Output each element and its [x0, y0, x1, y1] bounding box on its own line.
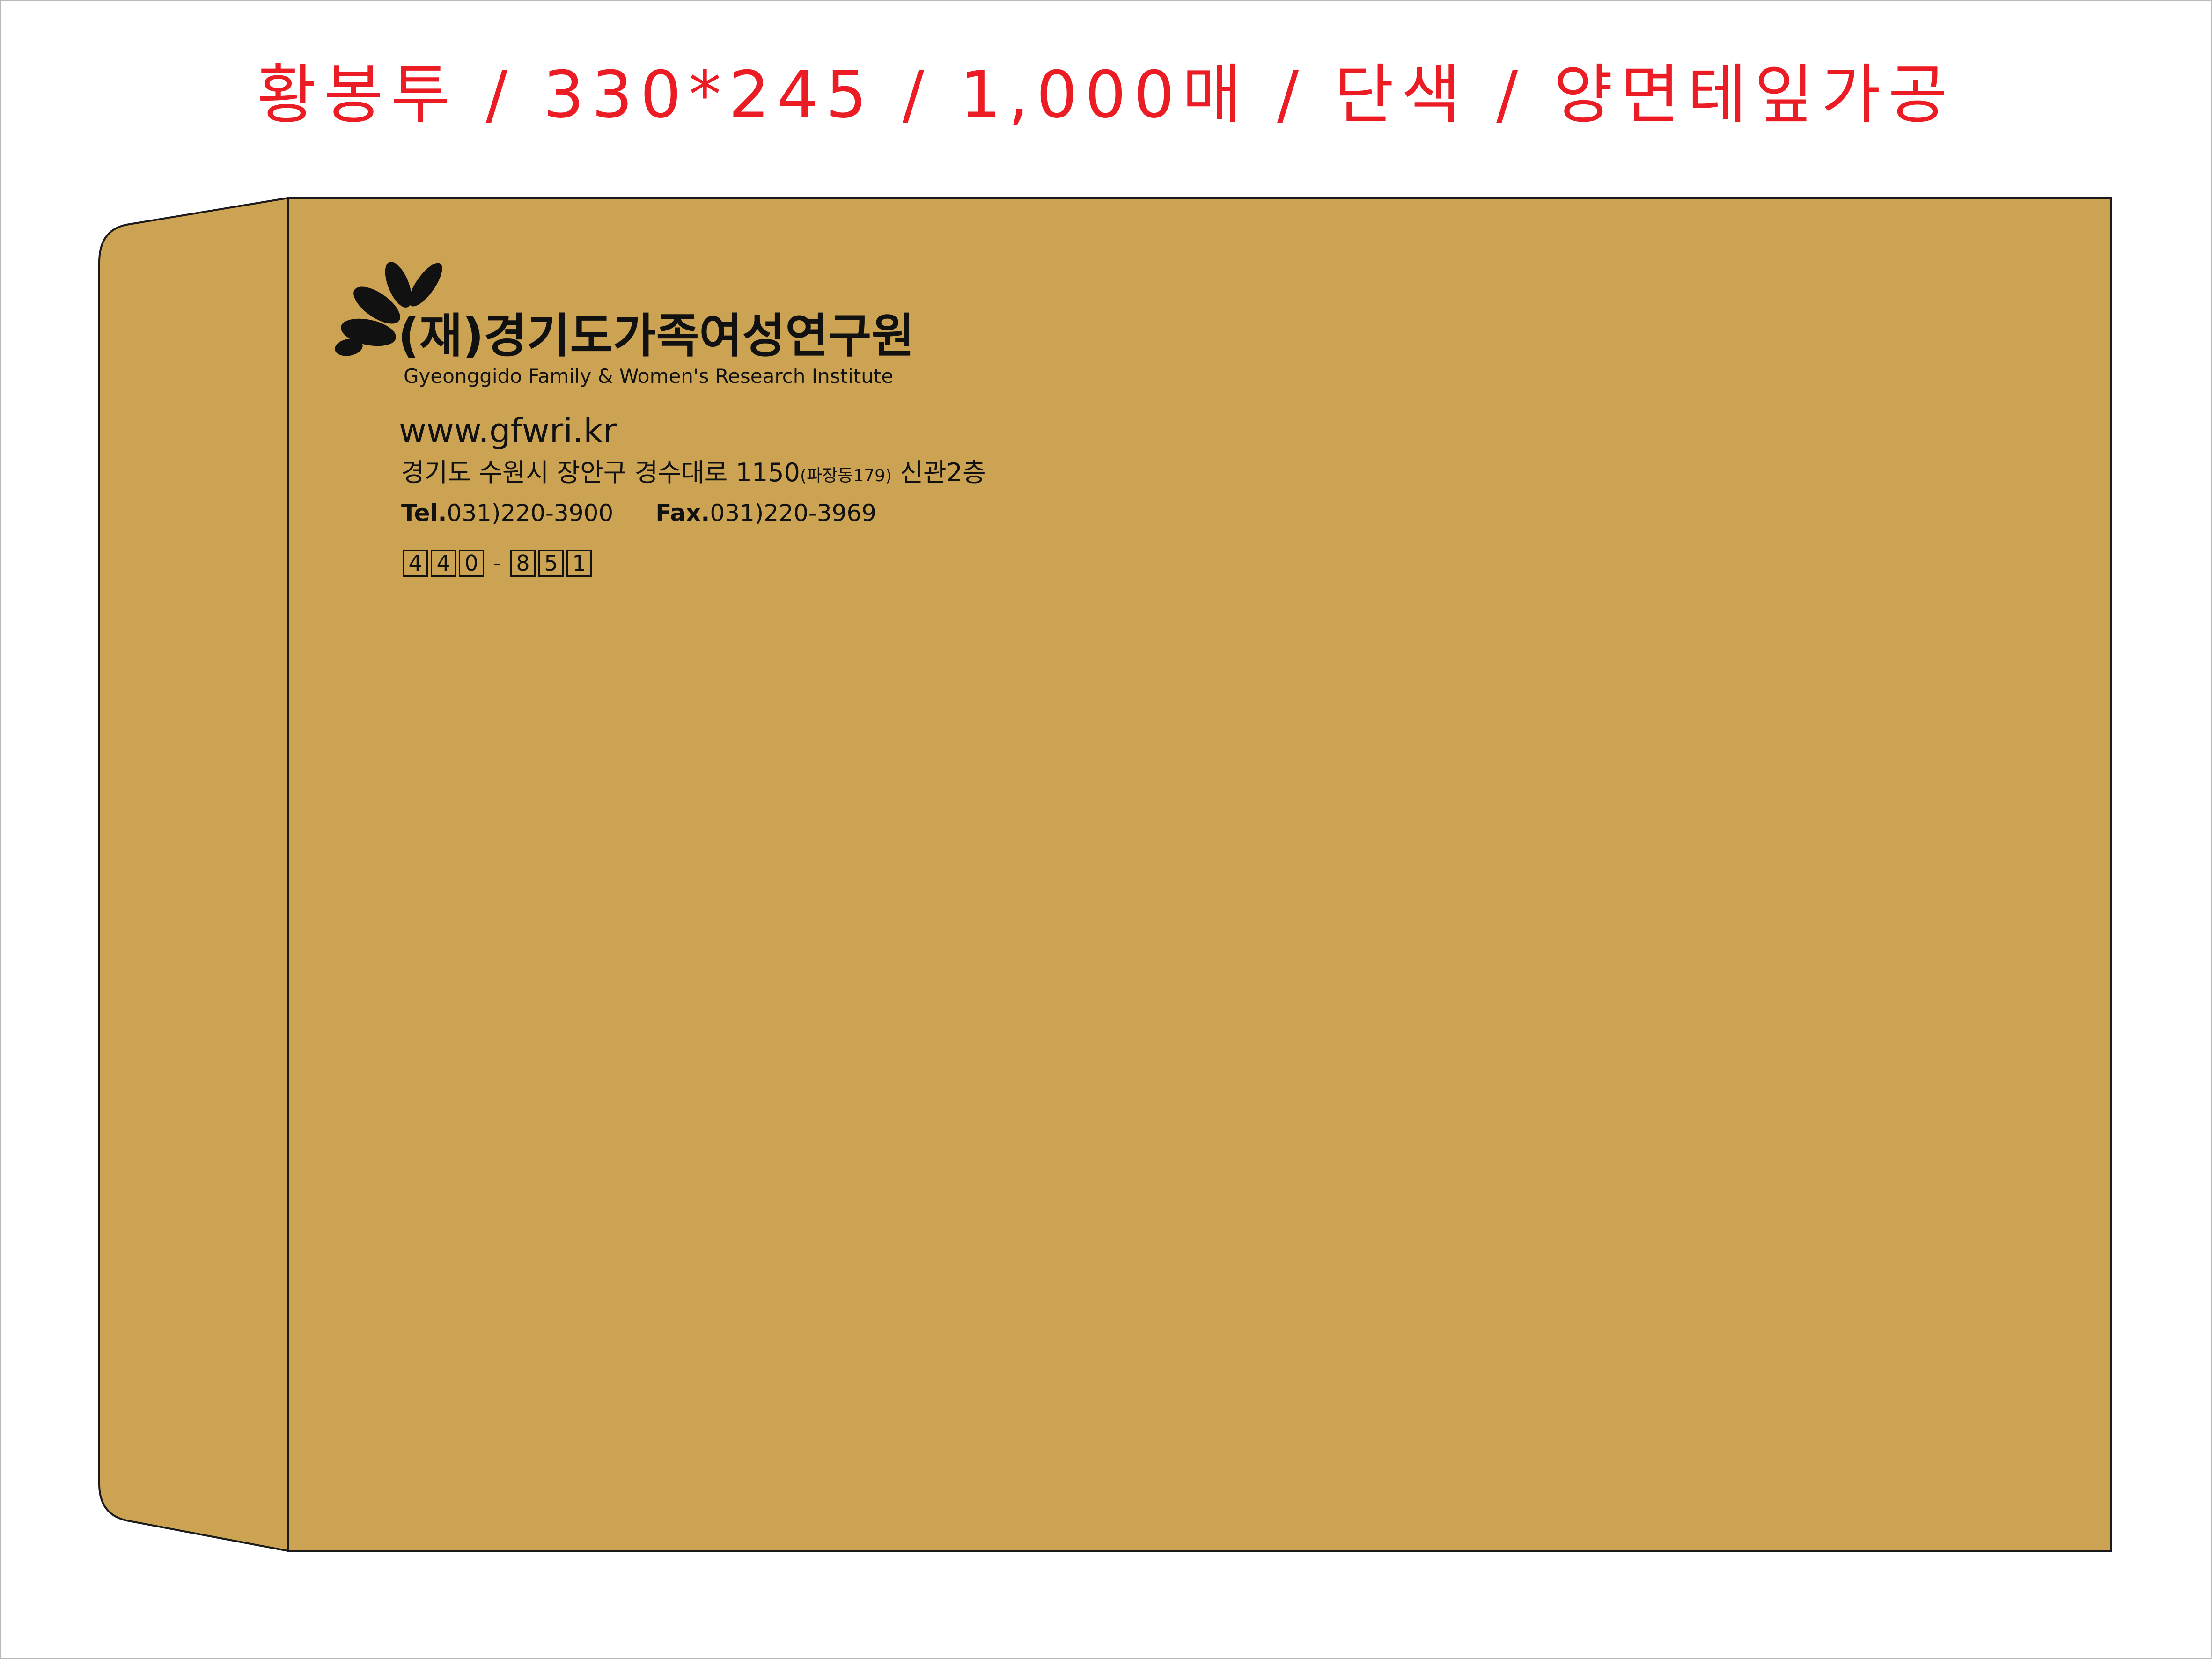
contact-line: Tel.031)220-3900 Fax.031)220-3969 [401, 496, 876, 530]
org-name-english: Gyeonggido Family & Women's Research Ins… [404, 365, 894, 388]
tel-number: 031)220-3900 [447, 499, 614, 527]
envelope-body [287, 197, 2112, 1552]
postal-separator: - [493, 551, 501, 576]
website-url: www.gfwri.kr [399, 411, 617, 450]
address-sub: (파장동179) [800, 466, 892, 485]
postal-digit: 0 [459, 550, 484, 577]
address-floor: 신관2층 [892, 458, 986, 487]
envelope [98, 197, 2112, 1552]
postal-digit: 8 [510, 550, 536, 577]
fax-number: 031)220-3969 [710, 499, 877, 527]
postal-digit: 1 [566, 550, 592, 577]
postal-digit: 4 [431, 550, 456, 577]
postal-code: 4 4 0 - 8 5 1 [403, 549, 595, 578]
tel-label: Tel. [401, 499, 447, 527]
envelope-flap [98, 197, 289, 1552]
address-main: 경기도 수원시 장안구 경수대로 1150 [401, 458, 800, 487]
postal-digit: 4 [403, 550, 428, 577]
postal-digit: 5 [538, 550, 564, 577]
fax-label: Fax. [655, 499, 710, 527]
postal-address: 경기도 수원시 장안구 경수대로 1150(파장동179) 신관2층 [401, 455, 986, 494]
org-name-korean: (재)경기도가족여성연구원 [398, 308, 915, 363]
